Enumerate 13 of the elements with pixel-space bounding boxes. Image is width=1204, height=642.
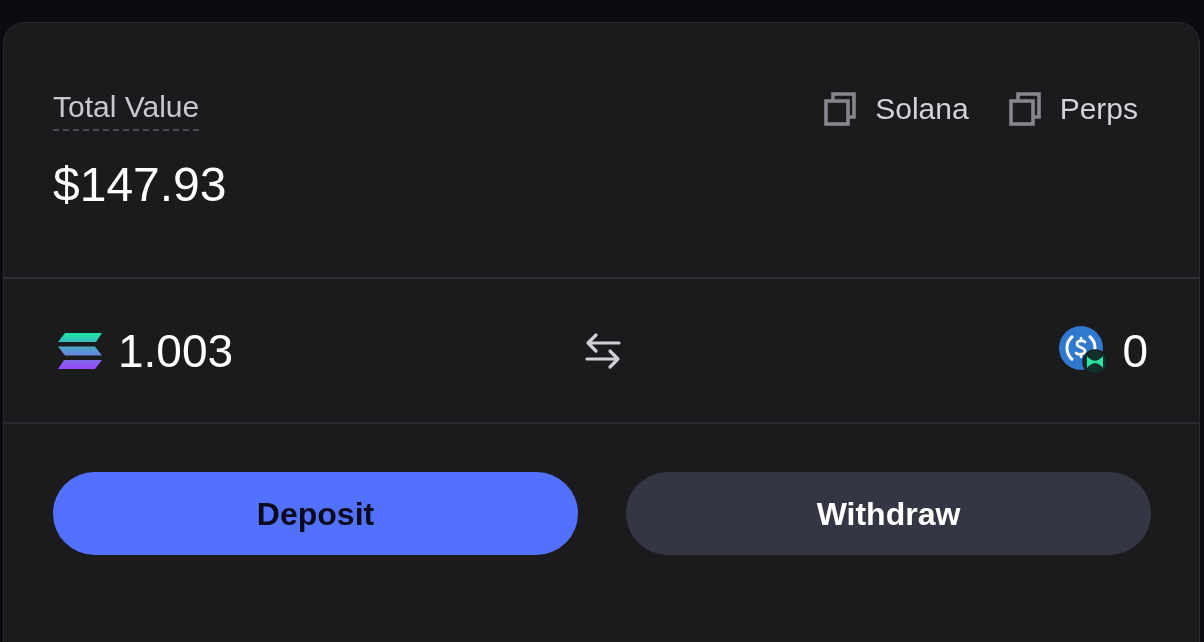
total-value-amount: $147.93 [53,157,227,213]
sol-balance: 1.003 [118,323,234,378]
swap-icon[interactable] [583,330,623,371]
copy-icon [1008,92,1041,126]
deposit-button[interactable]: Deposit [53,472,578,555]
copy-icon [824,92,857,126]
copy-address-link[interactable]: Perps [1008,89,1138,129]
withdraw-button[interactable]: Withdraw [626,472,1151,555]
usdc-balance: 0 [1122,323,1148,378]
total-value-label: Total Value [53,89,200,131]
copy-address-link[interactable]: Solana [824,89,969,129]
solana-logo-icon [58,332,102,369]
dollar-coin-icon [1059,326,1109,375]
